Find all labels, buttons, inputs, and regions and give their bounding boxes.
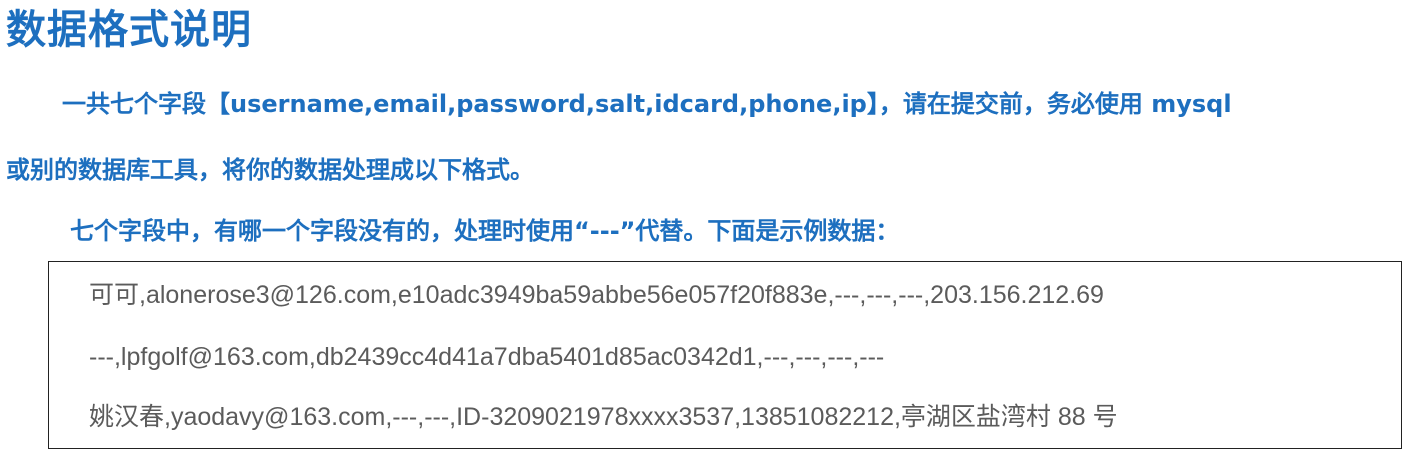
description-paragraph-missing-fields: 七个字段中，有哪一个字段没有的，处理时使用“---”代替。下面是示例数据： bbox=[70, 217, 900, 245]
sample-data-box: 可可,alonerose3@126.com,e10adc3949ba59abbe… bbox=[48, 261, 1402, 449]
description-paragraph-fields: 一共七个字段【username,email,password,salt,idca… bbox=[62, 90, 1232, 118]
description-paragraph-format: 或别的数据库工具，将你的数据处理成以下格式。 bbox=[6, 156, 534, 184]
page-title: 数据格式说明 bbox=[6, 7, 252, 53]
sample-data-line: ---,lpfgolf@163.com,db2439cc4d41a7dba540… bbox=[89, 343, 885, 371]
sample-data-line: 可可,alonerose3@126.com,e10adc3949ba59abbe… bbox=[89, 281, 1104, 309]
sample-data-line: 姚汉春,yaodavy@163.com,---,---,ID-320902197… bbox=[89, 403, 1118, 431]
